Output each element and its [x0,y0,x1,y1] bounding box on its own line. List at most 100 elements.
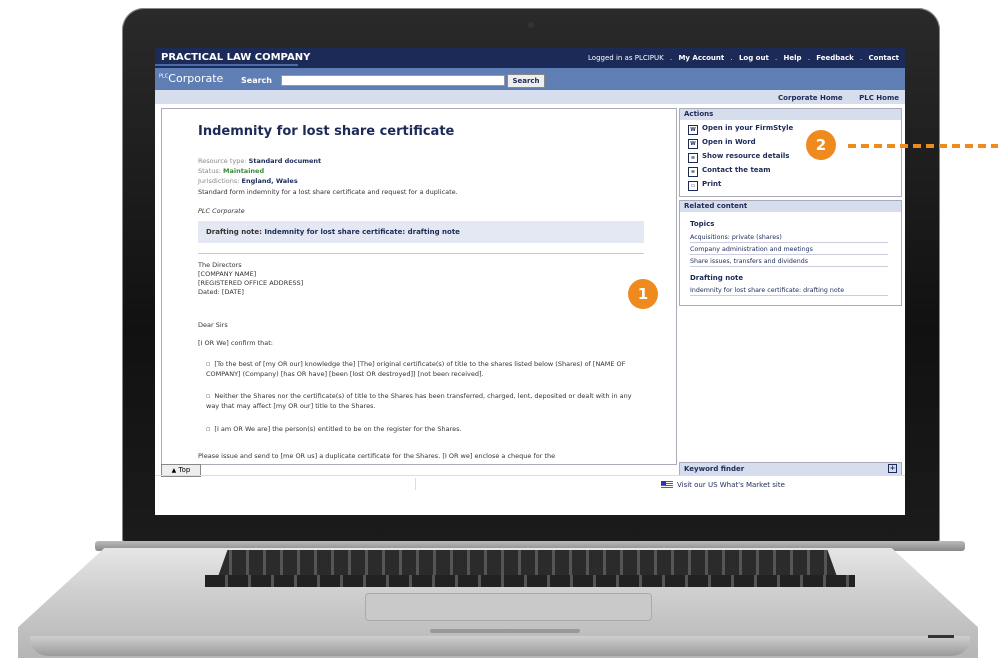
us-flag-icon [661,481,673,488]
keyword-finder[interactable]: Keyword finder + [679,462,902,476]
open-word-action[interactable]: W Open in Word [688,138,756,149]
nav-sep: . [860,54,863,62]
firmstyle-icon: W [688,125,698,135]
status-label: Status: [198,167,221,175]
search-label: Search [241,76,272,85]
document-icon: ≡ [688,153,698,163]
print-action[interactable]: ▭ Print [688,180,721,191]
drafting-heading: Drafting note [690,274,744,282]
brand-underline [155,64,298,66]
bullet-icon: ▫ [206,360,211,368]
expand-icon[interactable]: + [888,464,897,473]
page-title: Indemnity for lost share certificate [198,124,455,139]
related-content-box: Related content Topics Acquisitions: pri… [679,200,902,306]
topic-link[interactable]: Company administration and meetings [690,246,888,255]
us-market-link[interactable]: Visit our US What's Market site [677,481,785,489]
resource-type-label: Resource type: [198,157,247,165]
list-item-text: Neither the Shares nor the certificate(s… [206,392,632,410]
power-led-icon [928,635,954,638]
summary: Standard form indemnity for a lost share… [198,188,458,196]
actions-title: Actions [680,109,901,120]
topic-link[interactable]: Share issues, transfers and dividends [690,258,888,267]
list-item-text: [To the best of [my OR our] knowledge th… [206,360,626,378]
jurisdictions: Jurisdictions: England, Wales [198,177,298,185]
list-item: ▫ Neither the Shares nor the certificate(… [206,391,646,411]
screen: PRACTICAL LAW COMPANY Logged in as PLCIP… [155,48,905,515]
nav-sep: . [807,54,811,62]
topic-link[interactable]: Acquisitions: private (shares) [690,234,888,243]
footer-divider [415,478,416,490]
corporate-home-link[interactable]: Corporate Home [778,94,843,102]
open-firmstyle-action[interactable]: W Open in your FirmStyle [688,124,793,135]
drafting-note-label: Drafting note: [206,228,262,236]
action-label: Print [702,180,722,188]
status: Status: Maintained [198,167,264,175]
drafting-note-link[interactable]: Indemnity for lost share certificate: dr… [264,228,460,236]
brand-logo[interactable]: PRACTICAL LAW COMPANY [161,52,310,63]
search-button[interactable]: Search [507,74,545,88]
jurisdictions-label: Jurisdictions: [198,177,240,185]
nav-sep: . [669,54,673,62]
action-label: Show resource details [702,152,790,160]
laptop-front [30,636,970,656]
search-input[interactable] [281,75,505,86]
bullet-icon: ▫ [206,392,211,400]
callout-badge-2: 2 [806,130,836,160]
top-nav: Logged in as PLCIPUK . My Account . Log … [584,54,899,62]
arrow-up-icon: ▲ [171,467,177,474]
list-item-text: [I am OR We are] the person(s) entitled … [214,425,462,433]
contact-icon: ≡ [688,167,698,177]
action-label: Contact the team [702,166,771,174]
keyword-finder-label: Keyword finder [684,465,745,473]
related-title: Related content [680,201,901,212]
action-label: Open in your FirmStyle [702,124,794,132]
topics-heading: Topics [690,220,715,228]
list-item: ▫ [I am OR We are] the person(s) entitled… [206,424,646,434]
source: PLC Corporate [198,207,245,215]
feedback-link[interactable]: Feedback [816,54,854,62]
word-icon: W [688,139,698,149]
section-title[interactable]: PLCCorporate [159,72,223,85]
nav-sep: . [730,54,733,62]
logged-in-text: Logged in as PLCIPUK [588,54,664,62]
footer [155,475,905,492]
plc-home-link[interactable]: PLC Home [859,94,899,102]
contact-team-action[interactable]: ≡ Contact the team [688,166,771,177]
camera-icon [528,22,534,28]
contact-link[interactable]: Contact [869,54,900,62]
show-details-action[interactable]: ≡ Show resource details [688,152,789,163]
divider [198,253,644,254]
drafting-note-box: Drafting note: Indemnity for lost share … [198,221,644,243]
section-prefix: PLC [159,73,169,80]
drafting-link[interactable]: Indemnity for lost share certificate: dr… [690,287,888,296]
bullet-icon: ▫ [206,425,211,433]
jurisdictions-value: England, Wales [241,177,298,185]
actions-box: Actions W Open in your FirmStyle W Open in… [679,108,902,197]
section-name: Corporate [168,72,224,85]
callout-connector [848,144,998,148]
top-label: Top [178,466,191,474]
drafting-note: Drafting note: Indemnity for lost share … [206,228,460,236]
print-icon: ▭ [688,181,698,191]
closing-text: Please issue and send to [me OR us] a du… [198,452,556,460]
address-line: [REGISTERED OFFICE ADDRESS] [198,279,304,287]
action-label: Open in Word [702,138,756,146]
document-panel[interactable]: Indemnity for lost share certificate Res… [161,108,677,465]
list-item: ▫ [To the best of [my OR our] knowledge t… [206,359,646,379]
address-line: Dated: [DATE] [198,288,244,296]
trackpad [365,593,652,621]
log-out-link[interactable]: Log out [739,54,769,62]
address-line: [COMPANY NAME] [198,270,257,278]
resource-type-value: Standard document [248,157,322,165]
top-bar: PRACTICAL LAW COMPANY Logged in as PLCIP… [155,48,905,68]
my-account-link[interactable]: My Account [678,54,724,62]
address-line: The Directors [198,261,242,269]
lid-notch [430,629,580,633]
status-badge: Maintained [222,167,265,175]
callout-badge-1: 1 [628,279,658,309]
resource-type: Resource type: Standard document [198,157,321,165]
help-link[interactable]: Help [784,54,802,62]
home-links: Corporate Home PLC Home [764,94,899,102]
salutation: Dear Sirs [198,321,228,329]
nav-sep: . [775,54,778,62]
